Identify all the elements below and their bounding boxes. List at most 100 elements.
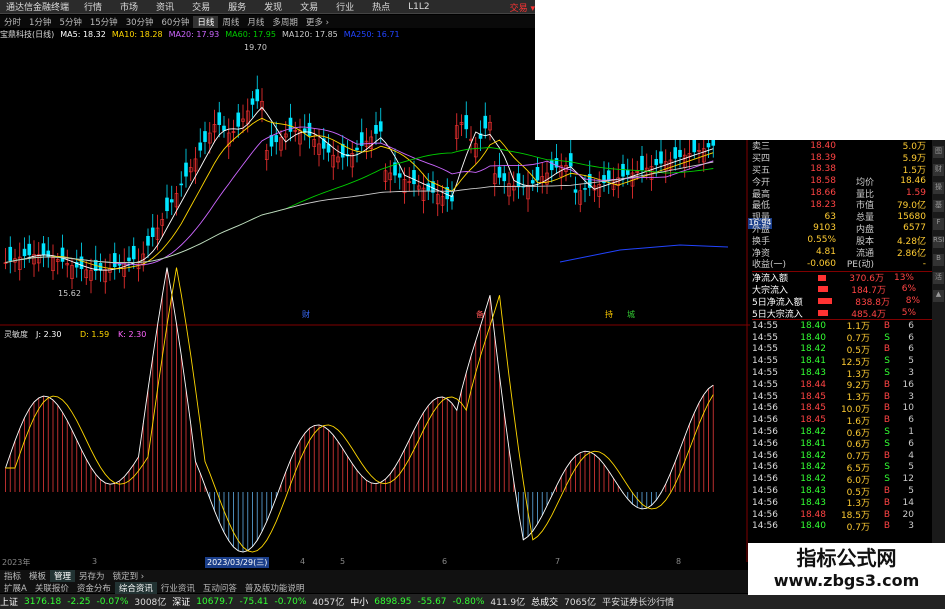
quote-label-2: PE(动) — [846, 260, 874, 271]
candle-body — [41, 243, 46, 256]
fund-flow-pct: 8% — [905, 296, 920, 307]
period-intraday[interactable]: 分时 — [0, 16, 25, 28]
menu-item-trade[interactable]: 交易 — [183, 0, 219, 13]
menu-item-market[interactable]: 市场 — [111, 0, 147, 13]
tick-row: 14:56 18.43 0.5万 B 5 — [752, 485, 932, 498]
tab-industry-news[interactable]: 行业资讯 — [157, 582, 199, 594]
date-tick-4: 4 — [300, 557, 306, 566]
period-more[interactable]: 更多 › — [302, 16, 333, 28]
period-daily[interactable]: 日线 — [193, 15, 219, 28]
tick-time: 14:55 — [752, 368, 778, 379]
sh-value: 3176.18 — [24, 596, 62, 607]
tab-qa[interactable]: 互动问答 — [199, 582, 241, 594]
tab-indicator[interactable]: 指标 — [0, 570, 25, 582]
menu-item-service[interactable]: 服务 — [219, 0, 255, 13]
candle-body — [169, 199, 174, 203]
quote-value-2: - — [922, 258, 926, 269]
candle-body — [146, 235, 150, 246]
marker-cheng[interactable]: 城 — [627, 310, 635, 319]
tick-row: 14:55 18.41 12.5万 S 5 — [752, 355, 932, 368]
period-1min[interactable]: 1分钟 — [25, 16, 55, 28]
candle-body — [483, 115, 488, 129]
tick-side: B — [883, 509, 890, 520]
menu-item-discover[interactable]: 发现 — [255, 0, 291, 13]
tab-template[interactable]: 模板 — [25, 570, 50, 582]
candle-body — [184, 162, 188, 177]
menu-item-wenyi[interactable]: 文易 — [291, 0, 327, 13]
date-year: 2023年 — [2, 558, 31, 567]
sh-amount: 3008亿 — [134, 598, 167, 608]
date-tick-6: 6 — [442, 557, 448, 566]
tab-manage[interactable]: 管理 — [50, 570, 76, 582]
menu-item-industry[interactable]: 行业 — [327, 0, 363, 13]
tab-lock[interactable]: 锁定到 › — [109, 570, 149, 582]
tab-general-news[interactable]: 综合资讯 — [114, 581, 157, 594]
tick-side: S — [884, 368, 890, 379]
side-btn-active[interactable]: 活 — [933, 272, 944, 284]
candle-body — [549, 160, 554, 171]
tick-time: 14:55 — [752, 379, 778, 390]
tick-side: S — [884, 427, 890, 438]
marker-cai[interactable]: 财 — [302, 309, 310, 319]
marker-chi[interactable]: 持 — [605, 309, 613, 319]
side-btn-finance[interactable]: 财 — [933, 164, 944, 176]
menu-item-news[interactable]: 资讯 — [147, 0, 183, 13]
period-monthly[interactable]: 月线 — [243, 16, 268, 28]
period-5min[interactable]: 5分钟 — [55, 16, 85, 28]
candle-body — [236, 112, 241, 127]
tick-count: 14 — [902, 497, 914, 508]
tick-count: 5 — [908, 462, 914, 473]
tab-related-quote[interactable]: 关联报价 — [31, 582, 73, 594]
ma-legend: 宝鼎科技(日线) MA5: 18.32 MA10: 18.28 MA20: 17… — [0, 29, 540, 40]
side-btn-chart[interactable]: 图 — [933, 146, 944, 158]
sh-label[interactable]: 上证 — [0, 595, 18, 608]
fund-flow-row: 5日净流入额 838.8万 8% — [752, 295, 932, 308]
ma20-label: MA20: 17.93 — [168, 30, 220, 39]
candle-body — [678, 149, 682, 158]
menu-item-quotes[interactable]: 行情 — [75, 0, 111, 13]
tick-price: 18.43 — [800, 368, 826, 379]
zx-label[interactable]: 中小 — [350, 595, 368, 608]
tab-saveas[interactable]: 另存为 — [75, 570, 109, 582]
side-btn-fund[interactable]: 基 — [933, 200, 944, 212]
period-multi[interactable]: 多周期 — [268, 16, 302, 28]
zx-pct: -0.80% — [452, 596, 485, 607]
zx-amount: 411.9亿 — [490, 598, 526, 608]
period-15min[interactable]: 15分钟 — [86, 16, 122, 28]
side-btn-b[interactable]: B — [933, 254, 944, 266]
candle-body — [516, 173, 521, 188]
quote-value-2: 79.0亿 — [896, 201, 926, 212]
marker-bei[interactable]: 备 — [476, 309, 484, 319]
candle-body — [583, 188, 587, 190]
sh-change: -2.25 — [67, 596, 91, 607]
ma10-label: MA10: 18.28 — [111, 30, 163, 39]
quote-label: 收益(一) — [752, 260, 787, 271]
fund-flow-row: 净流入额 370.6万 13% — [752, 272, 932, 285]
trade-button[interactable]: 交易 ▾ — [510, 1, 535, 14]
tick-time: 14:56 — [752, 521, 778, 532]
period-weekly[interactable]: 周线 — [218, 16, 243, 28]
app-brand: 通达信金融终端 — [6, 3, 70, 13]
sz-label[interactable]: 深证 — [172, 595, 190, 608]
side-btn-operate[interactable]: 操 — [933, 182, 944, 194]
side-btn-up[interactable]: ▲ — [933, 290, 944, 302]
period-60min[interactable]: 60分钟 — [158, 16, 194, 28]
quote-value: 18.38 — [810, 164, 836, 175]
tick-time: 14:56 — [752, 438, 778, 449]
tick-side: B — [883, 344, 890, 355]
tick-time: 14:56 — [752, 462, 778, 473]
tick-row: 14:56 18.45 10.0万 B 10 — [752, 403, 932, 415]
tab-help[interactable]: 普及版功能说明 — [241, 582, 309, 594]
tab-fund-dist[interactable]: 资金分布 — [73, 582, 115, 594]
side-btn-rsi[interactable]: RSI — [933, 236, 944, 248]
menu-item-hot[interactable]: 热点 — [363, 0, 399, 13]
high-label: 19.70 — [244, 43, 267, 52]
side-btn-f[interactable]: F — [933, 218, 944, 230]
candle-body — [412, 170, 416, 185]
candle-body — [150, 227, 155, 237]
tab-extend-a[interactable]: 扩展A — [0, 582, 31, 594]
period-30min[interactable]: 30分钟 — [122, 16, 158, 28]
candle-body — [497, 166, 502, 178]
ma120-label: MA120: 17.85 — [281, 30, 338, 39]
menu-item-l1l2[interactable]: L1L2 — [399, 2, 438, 12]
